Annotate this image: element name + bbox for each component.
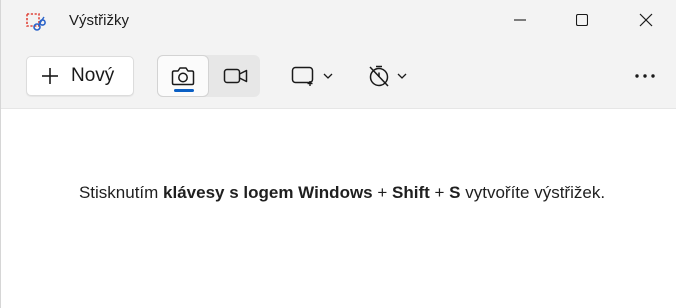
maximize-icon	[576, 14, 588, 26]
instruction-text: Stisknutím klávesy s logem Windows + Shi…	[1, 183, 676, 203]
close-button[interactable]	[623, 0, 669, 40]
snipping-tool-window: Výstřižky Nový Stisknutím klávesy s loge…	[0, 0, 676, 308]
instruction-shift-key: Shift	[392, 183, 430, 202]
rectangle-snip-icon	[291, 66, 314, 86]
more-options-button[interactable]	[623, 58, 667, 94]
window-title: Výstřižky	[69, 12, 129, 29]
timer-off-icon	[369, 65, 389, 87]
recording-mode-button[interactable]	[211, 55, 260, 97]
plus-icon	[42, 68, 58, 84]
chevron-down-icon	[323, 73, 333, 79]
close-icon	[639, 13, 653, 27]
screenshot-mode-button[interactable]	[157, 55, 209, 97]
new-snip-label: Nový	[71, 65, 115, 86]
snip-shape-dropdown[interactable]	[291, 58, 333, 94]
new-snip-button[interactable]: Nový	[26, 56, 134, 96]
snipping-tool-app-icon	[25, 12, 47, 34]
maximize-button[interactable]	[559, 0, 605, 40]
instruction-windows-key: klávesy s logem Windows	[163, 183, 373, 202]
title-bar[interactable]: Výstřižky	[1, 0, 676, 44]
instruction-suffix: vytvoříte výstřižek.	[460, 183, 606, 202]
more-horizontal-icon	[635, 74, 655, 78]
selected-mode-indicator	[174, 89, 194, 92]
instruction-plus: +	[429, 183, 450, 202]
minimize-button[interactable]	[497, 0, 543, 40]
video-camera-icon	[223, 68, 247, 84]
toolbar: Nový	[1, 48, 676, 106]
capture-mode-toggle	[157, 55, 260, 97]
instruction-plus: +	[372, 183, 393, 202]
camera-icon	[171, 67, 195, 86]
instruction-prefix: Stisknutím	[78, 183, 164, 202]
instruction-s-key: S	[449, 183, 461, 202]
delay-timer-dropdown[interactable]	[367, 58, 407, 94]
chevron-down-icon	[397, 73, 407, 79]
minimize-icon	[514, 19, 526, 21]
content-area: Stisknutím klávesy s logem Windows + Shi…	[1, 109, 676, 308]
